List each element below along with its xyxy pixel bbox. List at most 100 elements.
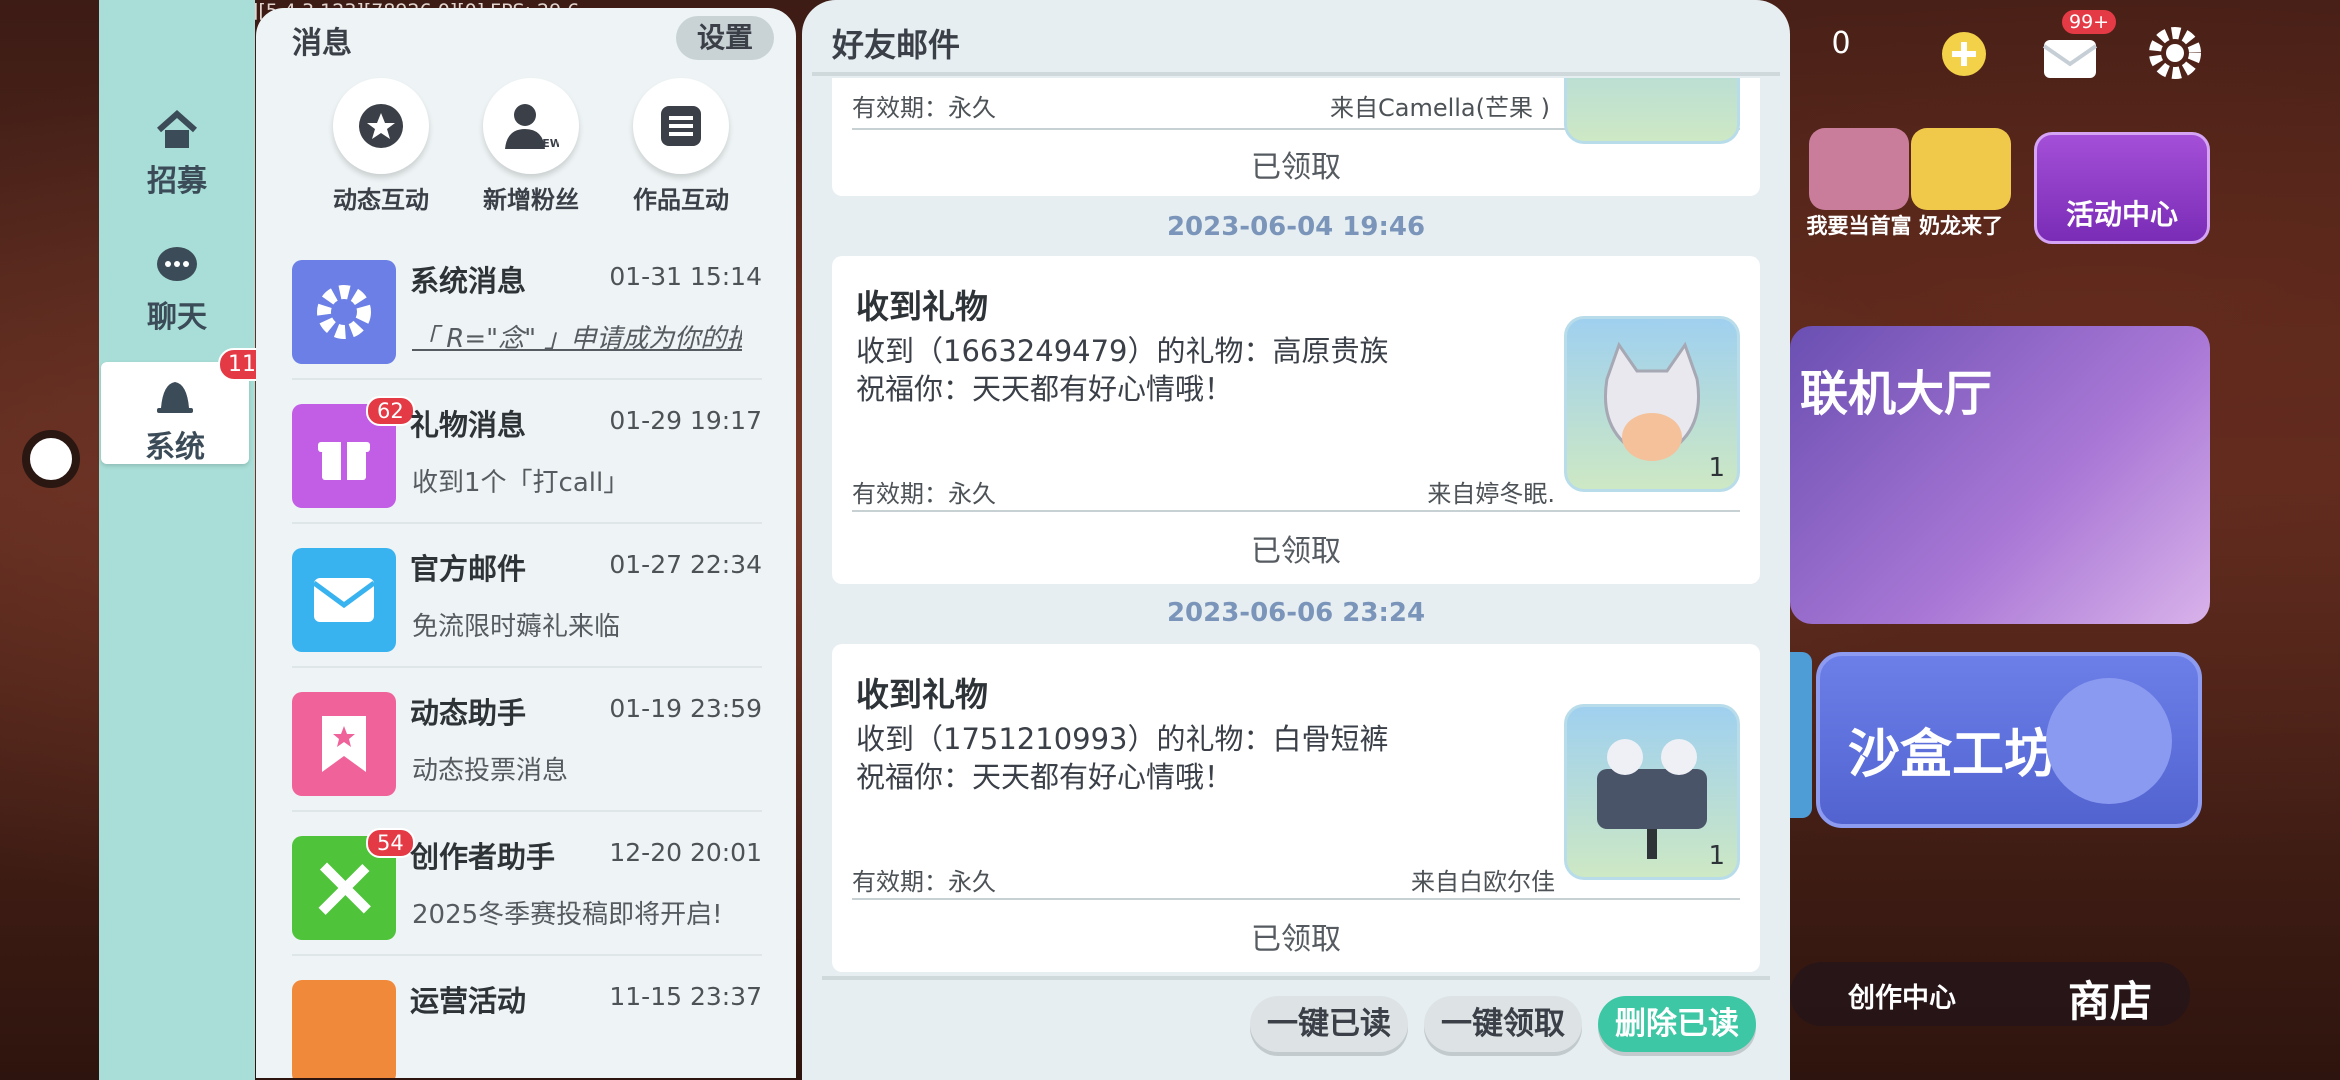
claimed-status: 已领取 (1251, 922, 1341, 957)
home-icon (153, 106, 201, 154)
list-item-system-message[interactable]: 系统消息 01-31 15:14 「 R="念" 」申请成为你的拍档 (292, 248, 762, 380)
gift-quantity: 1 (1708, 841, 1725, 871)
skull-shorts-icon[interactable]: 1 (1564, 704, 1740, 880)
sandbox-workshop-button[interactable]: 沙盒工坊 (1816, 652, 2202, 828)
rail-item-label: 聊天 (147, 300, 207, 335)
bell-icon (151, 372, 199, 420)
delete-read-button[interactable]: 删除已读 (1598, 996, 1756, 1052)
rail-item-recruit[interactable]: 招募 (99, 106, 255, 206)
divider (852, 510, 1740, 512)
category-rail: 招募 聊天 系统 (99, 0, 255, 1080)
messages-title: 消息 (292, 26, 352, 61)
card-title: 收到礼物 (856, 287, 988, 326)
floating-assist-button[interactable] (22, 430, 80, 488)
mail-card: 收到礼物 收到（1751210993）的礼物：白骨短裤 祝福你：天天都有好心情哦… (832, 644, 1760, 972)
settings-button[interactable]: 设置 (676, 16, 774, 60)
bottom-hud: 创作中心 商店 (1790, 962, 2190, 1026)
item-time: 01-27 22:34 (609, 550, 762, 579)
sender: 来自Camella(芒果 ) (1329, 94, 1550, 122)
mail-title: 好友邮件 (832, 26, 961, 64)
list-icon (633, 78, 729, 174)
list-item-operations-event[interactable]: 运营活动 11-15 23:37 (292, 968, 762, 1078)
list-item-creator-assistant[interactable]: 54 创作者助手 12-20 20:01 2025冬季赛投稿即将开启! (292, 824, 762, 956)
sender: 来自婷冬眠. (1427, 480, 1555, 508)
card-title: 收到礼物 (856, 675, 988, 714)
list-item-gift-message[interactable]: 62 礼物消息 01-29 19:17 收到1个「打call」 (292, 392, 762, 524)
pickaxe-icon (2046, 678, 2172, 804)
shop-button[interactable]: 商店 (2068, 968, 2152, 1029)
envelope-icon (292, 548, 396, 652)
lobby-title: 联机大厅 (1800, 366, 1993, 422)
item-preview: 「 R="念" 」申请成为你的拍档 (412, 324, 742, 354)
item-time: 01-19 23:59 (609, 694, 762, 723)
new-follower-icon: NEW (483, 78, 579, 174)
side-tab[interactable] (1790, 652, 1812, 818)
validity: 有效期：永久 (852, 480, 996, 508)
creation-center-button[interactable]: 创作中心 (1848, 976, 1956, 1015)
claimed-status: 已领取 (1251, 534, 1341, 569)
item-name: 运营活动 (410, 984, 527, 1018)
cat-ear-hair-icon[interactable]: 1 (1564, 316, 1740, 492)
item-preview: 动态投票消息 (412, 756, 569, 786)
item-time: 11-15 23:37 (609, 982, 762, 1011)
wish-line: 祝福你：天天都有好心情哦！ (856, 760, 1234, 794)
quick-label: 新增粉丝 (483, 186, 579, 214)
item-time: 12-20 20:01 (609, 838, 762, 867)
item-name: 礼物消息 (410, 408, 527, 442)
rail-item-label: 招募 (147, 164, 207, 199)
item-preview: 2025冬季赛投稿即将开启! (412, 900, 723, 930)
divider (822, 976, 1770, 980)
item-name: 系统消息 (410, 264, 527, 298)
gift-thumbnail (1564, 78, 1740, 144)
message-list-panel: 消息 设置 动态互动 NEW 新增粉丝 作品互动 系统消息 01-31 15:1… (256, 8, 796, 1078)
list-item-dynamic-assistant[interactable]: 动态助手 01-19 23:59 动态投票消息 (292, 680, 762, 812)
activity-center-label: 活动中心 (2065, 198, 2178, 231)
quick-dynamic-interaction[interactable]: 动态互动 (316, 78, 446, 215)
rail-item-chat[interactable]: 聊天 (99, 242, 255, 342)
sandbox-workshop-label: 沙盒工坊 (1848, 725, 2057, 785)
quick-label: 动态互动 (333, 186, 429, 214)
mail-card: 有效期：永久 来自Camella(芒果 ) 已领取 (832, 78, 1760, 196)
unread-badge: 54 (366, 828, 415, 858)
claim-all-button[interactable]: 一键领取 (1424, 996, 1582, 1052)
validity: 有效期：永久 (852, 94, 996, 122)
item-time: 01-29 19:17 (609, 406, 762, 435)
gift-quantity: 1 (1708, 453, 1725, 483)
unread-badge: 62 (366, 396, 415, 426)
claimed-status: 已领取 (1251, 150, 1341, 185)
item-preview: 收到1个「打call」 (412, 468, 630, 498)
coin-count: 0 (1831, 26, 1851, 61)
multiplayer-lobby-banner[interactable]: 联机大厅 (1790, 326, 2210, 624)
list-item-official-mail[interactable]: 官方邮件 01-27 22:34 免流限时薅礼来临 (292, 536, 762, 668)
svg-text:NEW: NEW (533, 137, 559, 150)
mail-card: 收到礼物 收到（1663249479）的礼物：高原贵族 祝福你：天天都有好心情哦… (832, 256, 1760, 584)
date-separator: 2023-06-04 19:46 (1166, 212, 1426, 242)
add-coin-icon[interactable] (1940, 30, 1988, 82)
rail-item-label: 系统 (145, 430, 205, 465)
read-all-button[interactable]: 一键已读 (1250, 996, 1408, 1052)
wish-line: 祝福你：天天都有好心情哦！ (856, 372, 1234, 406)
validity: 有效期：永久 (852, 868, 996, 896)
quick-label: 作品互动 (633, 186, 729, 214)
event-milk-dragon-label: 奶龙来了 (1919, 214, 2003, 238)
date-separator: 2023-06-06 23:24 (1166, 598, 1426, 628)
divider (812, 72, 1780, 76)
item-name: 创作者助手 (410, 840, 556, 874)
activity-center-button[interactable]: 活动中心 (2034, 132, 2210, 244)
gift-line: 收到（1751210993）的礼物：白骨短裤 (856, 722, 1389, 756)
sender: 来自白欧尔佳 (1411, 868, 1555, 896)
settings-gear-icon[interactable] (2146, 24, 2204, 86)
quick-new-followers[interactable]: NEW 新增粉丝 (466, 78, 596, 215)
quick-works-interaction[interactable]: 作品互动 (616, 78, 746, 215)
event-milk-dragon[interactable]: 奶龙来了 (1898, 128, 2024, 240)
item-name: 官方邮件 (410, 552, 527, 586)
mail-scroll-area[interactable]: 有效期：永久 来自Camella(芒果 ) 已领取 2023-06-04 19:… (802, 78, 1790, 976)
star-badge-icon (333, 78, 429, 174)
item-time: 01-31 15:14 (609, 262, 762, 291)
gear-icon (292, 260, 396, 364)
item-preview: 免流限时薅礼来临 (412, 612, 621, 642)
mail-count-badge: 99+ (2062, 10, 2117, 34)
gift-line: 收到（1663249479）的礼物：高原贵族 (856, 334, 1389, 368)
item-name: 动态助手 (410, 696, 527, 730)
friend-mail-panel: 好友邮件 有效期：永久 来自Camella(芒果 ) 已领取 2023-06-0… (802, 0, 1790, 1080)
